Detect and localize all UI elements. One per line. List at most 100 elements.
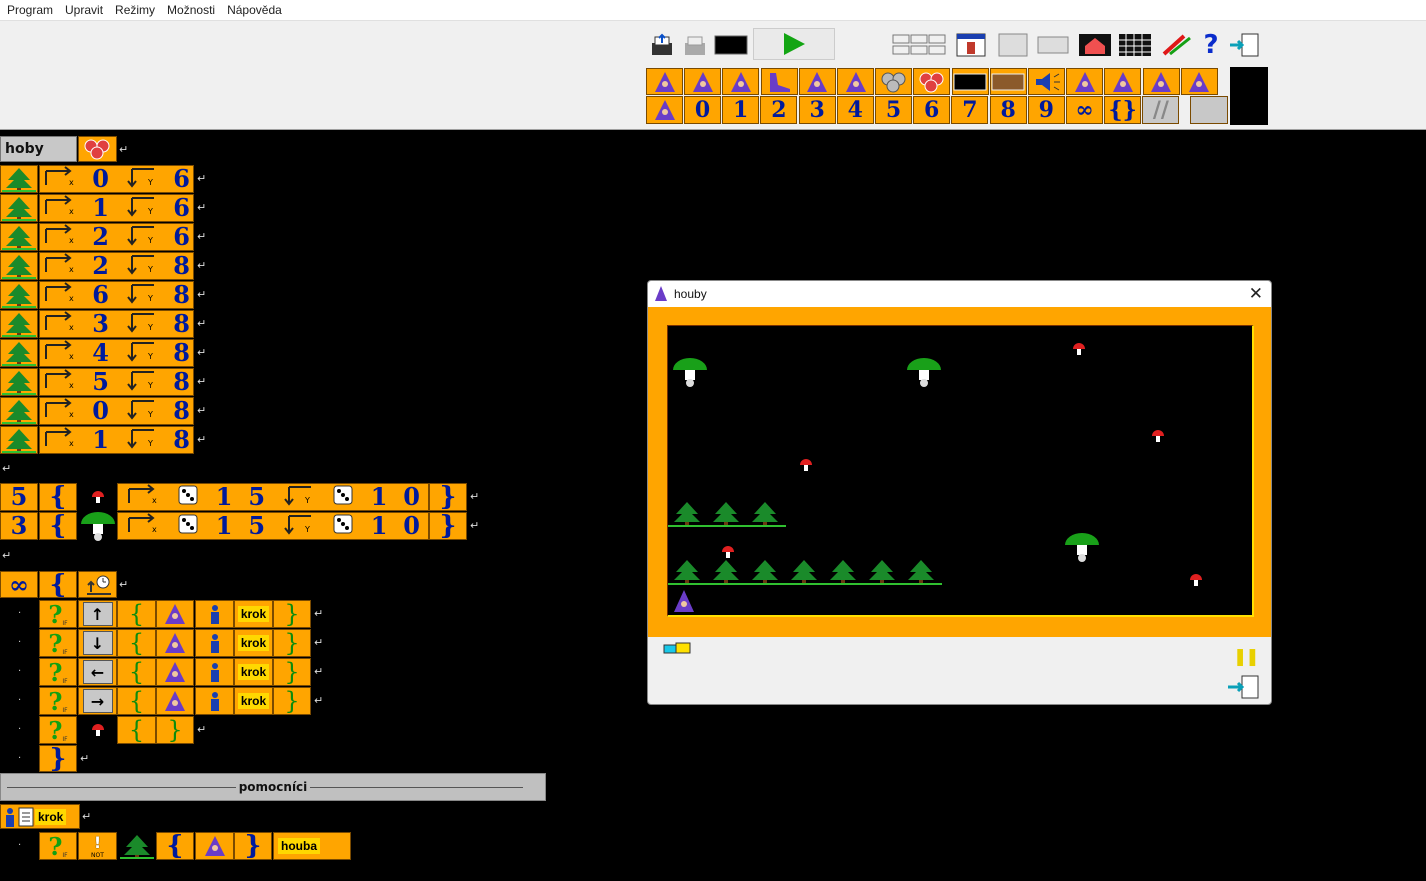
tree-icon[interactable] (0, 339, 38, 367)
help-icon[interactable]: ? (1198, 30, 1224, 60)
helper-label[interactable]: houba (273, 832, 351, 860)
call-helper-icon[interactable] (195, 600, 234, 628)
exit-icon[interactable] (1228, 31, 1262, 58)
mushrooms-sprite-icon[interactable] (78, 136, 117, 162)
game-window[interactable]: houby ✕ ❚❚ (647, 280, 1272, 705)
object-header[interactable]: hoby (0, 136, 77, 162)
helper-call[interactable]: krok (234, 687, 273, 715)
wizard-clock-icon[interactable] (837, 68, 874, 95)
menu-napoveda[interactable]: Nápověda (221, 0, 288, 21)
palette-number-9[interactable]: 9 (1027, 96, 1065, 124)
place-tree-command[interactable]: x 1 Y 6 (39, 194, 194, 222)
tree-icon[interactable] (117, 832, 156, 860)
arrow-key-condition[interactable]: ↓ (78, 629, 117, 657)
tree-icon[interactable] (0, 223, 38, 251)
if-condition[interactable]: ? IF (39, 832, 77, 861)
tree-icon[interactable] (0, 165, 38, 193)
if-condition[interactable]: ? IF (39, 600, 77, 629)
pause-icon[interactable]: ❚❚ (1233, 647, 1259, 667)
tree-icon[interactable] (0, 310, 38, 338)
tree-icon[interactable] (0, 281, 38, 309)
open-brace[interactable]: { (117, 629, 156, 657)
tree-icon[interactable] (0, 397, 38, 425)
open-brace[interactable]: { (156, 832, 194, 860)
brown-screen-icon[interactable] (989, 68, 1027, 95)
place-tree-command[interactable]: x 0 Y 8 (39, 397, 194, 425)
palette-number-10[interactable]: ∞ (1066, 96, 1103, 124)
open-brace[interactable]: { (39, 483, 77, 511)
sound-icon[interactable] (1028, 68, 1065, 95)
palette-number-6[interactable]: 6 (913, 96, 951, 124)
import-icon[interactable] (679, 31, 713, 58)
palette-number-12[interactable]: // (1142, 96, 1180, 124)
palette-number-5[interactable]: 5 (875, 96, 912, 124)
close-brace[interactable]: } (429, 483, 467, 511)
wizard-turn-command[interactable] (156, 600, 194, 628)
table-icon[interactable] (1036, 31, 1070, 58)
export-icon[interactable] (646, 31, 680, 58)
open-brace[interactable]: { (39, 571, 77, 598)
if-condition[interactable]: ? IF (39, 629, 77, 658)
call-helper-icon[interactable] (195, 687, 234, 715)
if-condition[interactable]: ? IF (39, 716, 77, 745)
if-condition[interactable]: ? IF (39, 658, 77, 687)
stones-icon[interactable] (875, 68, 913, 95)
place-random-command[interactable]: x 15 Y 10 (117, 512, 429, 540)
tree-icon[interactable] (0, 252, 38, 280)
menu-moznosti[interactable]: Možnosti (161, 0, 221, 21)
close-brace[interactable]: } (273, 687, 311, 715)
close-brace[interactable]: } (273, 600, 311, 628)
helper-call[interactable]: krok (234, 658, 273, 686)
tree-icon[interactable] (0, 194, 38, 222)
palette-number-2[interactable]: 2 (760, 96, 798, 124)
helper-definition[interactable]: krok (0, 804, 80, 829)
mushrooms-icon[interactable] (913, 68, 951, 95)
palette-number-3[interactable]: 3 (798, 96, 836, 124)
wizard-jump-icon[interactable] (722, 68, 760, 95)
library-icon[interactable] (996, 31, 1030, 58)
open-brace[interactable]: { (39, 512, 77, 540)
wizard-sit-icon[interactable] (798, 68, 836, 95)
repeat-count[interactable]: 5 (0, 483, 38, 511)
wizard-walk-command[interactable] (195, 832, 234, 860)
timer-event-icon[interactable] (78, 571, 117, 598)
palette-number-7[interactable]: 7 (951, 96, 989, 124)
place-tree-command[interactable]: x 1 Y 8 (39, 426, 194, 454)
wizard-run-icon[interactable] (646, 96, 683, 124)
place-tree-command[interactable]: x 0 Y 6 (39, 165, 194, 193)
place-tree-command[interactable]: x 2 Y 8 (39, 252, 194, 280)
infinite-loop[interactable]: ∞ (0, 571, 38, 598)
palette-empty[interactable] (1190, 96, 1228, 124)
place-tree-command[interactable]: x 5 Y 8 (39, 368, 194, 396)
if-condition[interactable]: ? IF (39, 687, 77, 716)
small-mushroom-icon[interactable] (78, 716, 117, 744)
wizard-turn-icon[interactable] (684, 68, 722, 95)
screen-icon[interactable] (714, 31, 748, 58)
objects-icon[interactable] (954, 31, 988, 58)
open-brace[interactable]: { (117, 658, 156, 686)
arrow-key-condition[interactable]: → (78, 687, 117, 715)
not-condition-icon[interactable]: ! NOT (78, 832, 117, 860)
wizard-star-icon[interactable] (1066, 68, 1104, 95)
tree-icon[interactable] (0, 426, 38, 454)
house-icon[interactable] (1078, 31, 1112, 58)
palette-number-1[interactable]: 1 (722, 96, 760, 124)
small-mushroom-icon[interactable] (78, 483, 117, 511)
arrow-key-condition[interactable]: ↑ (78, 600, 117, 628)
repeat-count[interactable]: 3 (0, 512, 38, 540)
place-tree-command[interactable]: x 6 Y 8 (39, 281, 194, 309)
black-screen-icon[interactable] (951, 68, 989, 95)
wizard-walk-icon[interactable] (646, 68, 683, 95)
green-mushroom-icon[interactable] (78, 512, 117, 541)
place-random-command[interactable]: x 15 Y 10 (117, 483, 429, 511)
palette-number-8[interactable]: 8 (989, 96, 1027, 124)
eraser-icon[interactable] (662, 641, 692, 657)
open-brace[interactable]: { (117, 687, 156, 715)
call-helper-icon[interactable] (195, 629, 234, 657)
close-brace[interactable]: } (429, 512, 467, 540)
place-tree-command[interactable]: x 4 Y 8 (39, 339, 194, 367)
exit-icon[interactable] (1226, 674, 1262, 700)
helper-call[interactable]: krok (234, 629, 273, 657)
close-brace[interactable]: } (273, 658, 311, 686)
wizard-turn-command[interactable] (156, 629, 194, 657)
